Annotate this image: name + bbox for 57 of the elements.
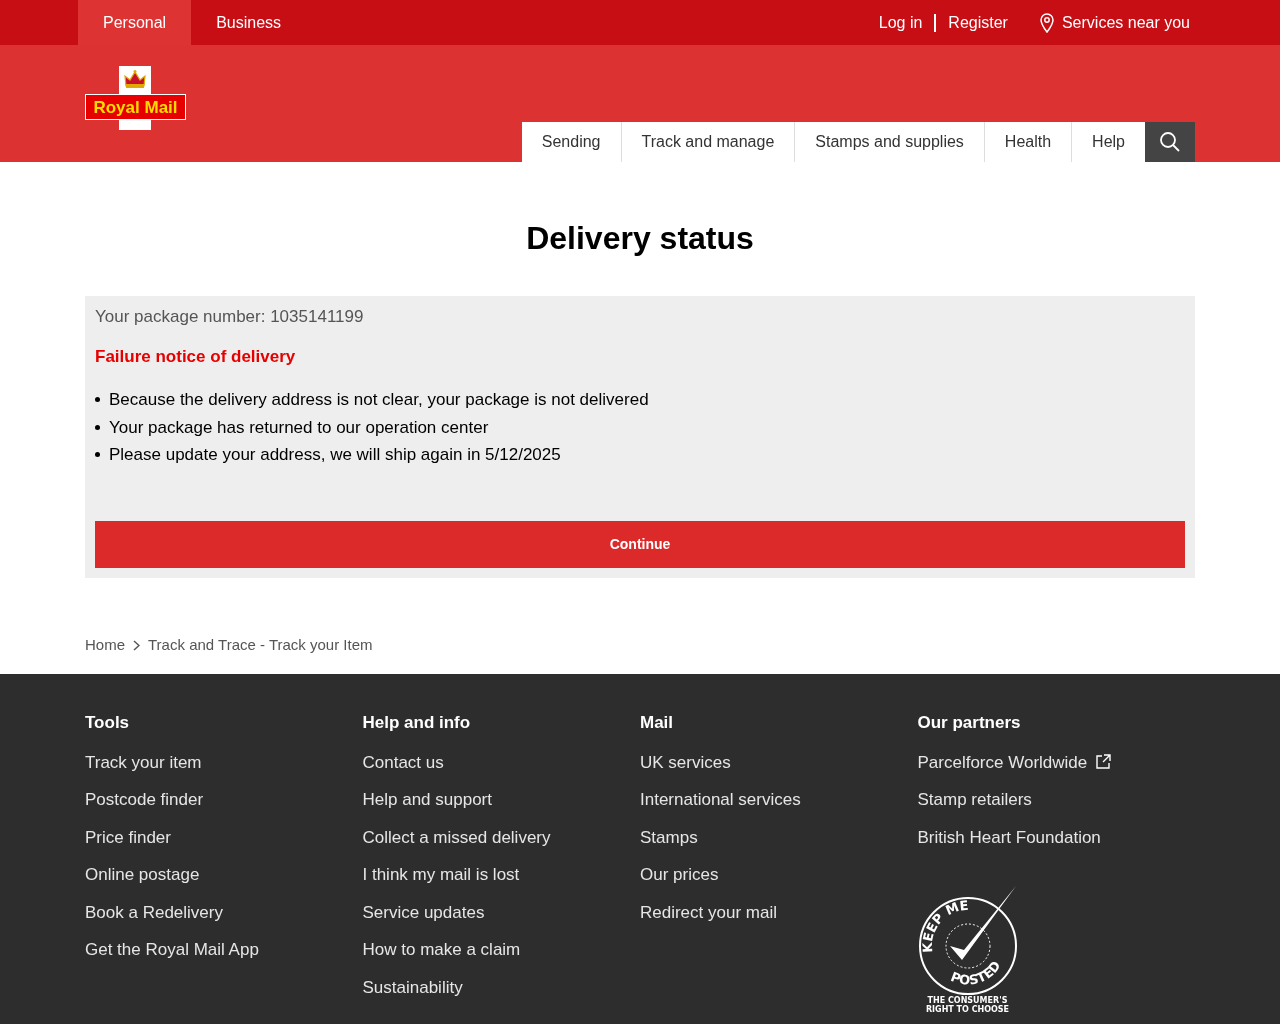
nav-item[interactable]: Track and manage	[620, 122, 795, 162]
footer-heading: Tools	[85, 711, 131, 734]
bullet-icon	[95, 424, 100, 430]
footer-link[interactable]: Service updates	[362, 899, 485, 925]
footer-link[interactable]: Track your item	[85, 749, 202, 775]
nav-item[interactable]: Sending	[521, 122, 621, 162]
nav-item[interactable]: Help	[1071, 122, 1145, 162]
chevron-right-icon	[133, 640, 140, 651]
footer-link[interactable]: Stamp retailers	[917, 787, 1032, 813]
footer-link[interactable]: Contact us	[362, 749, 444, 775]
footer-link[interactable]: UK services	[640, 749, 731, 775]
notice-item: Your package has returned to our operation center	[109, 416, 489, 439]
footer-link[interactable]: Collect a missed delivery	[362, 824, 551, 850]
account-link[interactable]: Log in	[878, 10, 923, 35]
bullet-icon	[95, 397, 100, 403]
breadcrumb-link[interactable]: Home	[85, 634, 125, 657]
footer-heading: Help and info	[362, 711, 472, 734]
footer-link[interactable]: International services	[640, 787, 801, 813]
footer-link[interactable]: Sustainability	[362, 974, 463, 1000]
failure-notice: Failure notice of delivery	[95, 346, 297, 368]
footer-link[interactable]: British Heart Foundation	[917, 824, 1101, 850]
search-button[interactable]	[1145, 122, 1195, 162]
location-pin-icon	[1039, 12, 1054, 33]
crown-icon	[123, 69, 147, 89]
badge-caption: THE CONSUMER'S	[927, 996, 1008, 1005]
nav-item[interactable]: Stamps and supplies	[794, 122, 984, 162]
footer-link[interactable]: Parcelforce Worldwide	[917, 749, 1112, 775]
logo-wordmark: Royal Mail	[85, 94, 186, 120]
royal-mail-logo[interactable]: Royal Mail	[85, 66, 186, 130]
footer-link[interactable]: Book a Redelivery	[85, 899, 223, 925]
package-number: Your package number: 1035141199	[95, 306, 365, 328]
footer-link[interactable]: Redirect your mail	[640, 899, 777, 925]
footer-link[interactable]: Get the Royal Mail App	[85, 937, 259, 963]
audience-tab[interactable]: Personal	[78, 0, 192, 45]
notice-item: Please update your address, we will ship again in 5/12/2025	[109, 444, 561, 466]
account-link[interactable]: Register	[948, 10, 1008, 35]
notice-item: Because the delivery address is not clear, your package is not delivered	[109, 389, 649, 411]
footer-heading: Our partners	[917, 711, 1022, 734]
nav-item[interactable]: Health	[983, 122, 1072, 162]
bullet-icon	[95, 452, 100, 458]
footer-link[interactable]: Help and support	[362, 787, 492, 813]
footer-link[interactable]: How to make a claim	[362, 937, 521, 963]
breadcrumb-link[interactable]: Track and Trace - Track your Item	[148, 634, 373, 657]
search-icon	[1159, 131, 1181, 153]
footer-heading: Mail	[640, 711, 675, 734]
services-link[interactable]: Services near you	[1039, 10, 1190, 35]
audience-tab[interactable]: Business	[191, 0, 307, 45]
footer-link[interactable]: Postcode finder	[85, 787, 204, 813]
continue-button[interactable]: Continue	[95, 520, 1185, 568]
page-title: Delivery status	[525, 219, 755, 258]
external-link-icon	[1095, 754, 1112, 771]
footer-link[interactable]: Online postage	[85, 862, 200, 888]
footer-link[interactable]: Stamps	[640, 824, 698, 850]
footer-link[interactable]: Price finder	[85, 824, 171, 850]
footer-link[interactable]: Our prices	[640, 862, 719, 888]
footer-link[interactable]: I think my mail is lost	[362, 862, 520, 888]
badge-caption: RIGHT TO CHOOSE	[925, 1005, 1010, 1014]
